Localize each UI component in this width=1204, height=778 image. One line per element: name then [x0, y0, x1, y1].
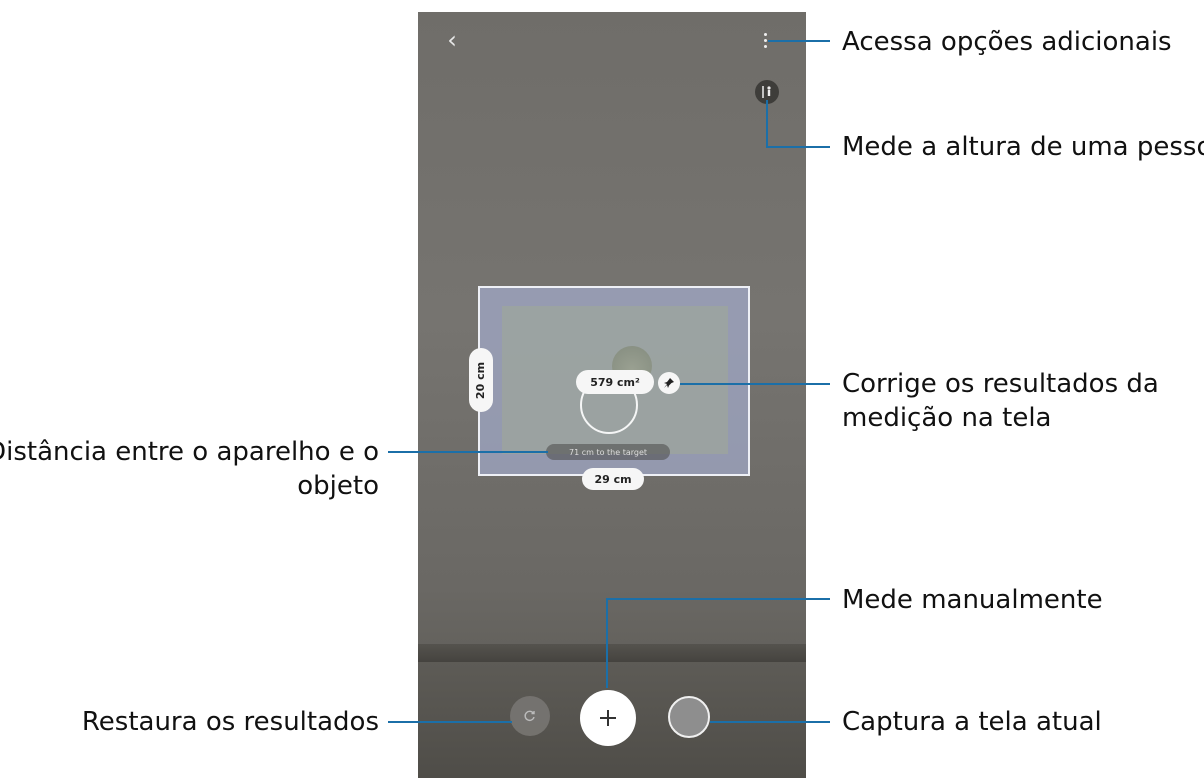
capture-button[interactable] — [668, 696, 710, 738]
plus-icon — [600, 710, 616, 726]
chevron-left-icon: ‹ — [447, 26, 457, 54]
background-edge — [418, 644, 806, 662]
callout-measure-height: Mede a altura de uma pessoa — [842, 132, 1204, 162]
callout-measure-manual: Mede manualmente — [842, 585, 1103, 615]
callout-reset-results: Restaura os resultados — [81, 707, 379, 737]
callout-correct-results-1: Corrige os resultados da — [842, 369, 1159, 399]
more-vertical-icon — [763, 32, 767, 36]
add-measurement-button[interactable] — [580, 690, 636, 746]
callout-line-more — [768, 40, 830, 42]
back-button[interactable]: ‹ — [440, 28, 464, 52]
area-measurement-label: 579 cm² — [576, 370, 654, 394]
height-measurement-label: 20 cm — [469, 348, 493, 412]
reset-icon — [524, 710, 535, 721]
callout-line-pin — [680, 383, 830, 385]
callout-line-add-h — [606, 598, 830, 600]
callout-correct-results-2: medição na tela — [842, 403, 1052, 433]
callout-more-options: Acessa opções adicionais — [842, 27, 1172, 57]
pin-button[interactable] — [658, 372, 680, 394]
person-height-icon — [762, 86, 771, 98]
pin-icon — [664, 378, 674, 388]
callout-distance-2: objeto — [297, 471, 379, 501]
distance-label: 71 cm to the target — [546, 444, 670, 460]
reset-button[interactable] — [510, 696, 550, 736]
phone-screen: ‹ 20 cm 579 cm² 71 cm to the target 29 c… — [418, 12, 806, 778]
callout-distance-1: Distância entre o aparelho e o — [0, 437, 379, 467]
callout-line-reset — [388, 721, 512, 723]
callout-line-height — [766, 100, 768, 148]
callout-line-height-h — [766, 146, 830, 148]
callout-line-add-v — [606, 598, 608, 688]
width-measurement-label: 29 cm — [582, 468, 644, 490]
callout-line-distance — [388, 451, 548, 453]
callout-line-capture — [710, 721, 830, 723]
callout-capture-screen: Captura a tela atual — [842, 707, 1102, 737]
